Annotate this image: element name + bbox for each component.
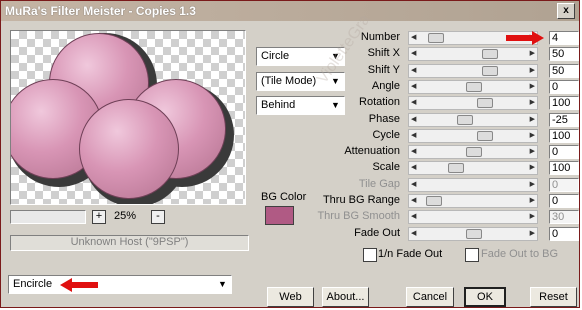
rotation-slider[interactable]: ◀ ▶ bbox=[408, 96, 538, 110]
close-button[interactable]: x bbox=[557, 3, 575, 19]
arrow-right-icon[interactable]: ▶ bbox=[530, 147, 535, 155]
arrow-right-icon[interactable]: ▶ bbox=[530, 163, 535, 171]
arrow-left-icon[interactable]: ◀ bbox=[411, 212, 416, 220]
shift-x-slider-thumb[interactable] bbox=[482, 49, 498, 59]
thru-bg-range-value-field[interactable]: 0 bbox=[549, 194, 579, 208]
arrow-left-icon[interactable]: ◀ bbox=[411, 163, 416, 171]
scale-slider-thumb[interactable] bbox=[448, 163, 464, 173]
cycle-slider-thumb[interactable] bbox=[477, 131, 493, 141]
fade-out-slider[interactable]: ◀ ▶ bbox=[408, 227, 538, 241]
arrow-left-icon[interactable]: ◀ bbox=[411, 115, 416, 123]
about-button[interactable]: About... bbox=[322, 287, 369, 307]
red-arrow-icon bbox=[506, 31, 544, 45]
arrow-left-icon[interactable]: ◀ bbox=[411, 98, 416, 106]
ok-button[interactable]: OK bbox=[464, 287, 506, 307]
arrow-right-icon[interactable]: ▶ bbox=[530, 49, 535, 57]
zoom-out-button[interactable]: - bbox=[151, 210, 165, 224]
arrow-right-icon[interactable]: ▶ bbox=[530, 212, 535, 220]
cycle-value-field[interactable]: 100 bbox=[549, 129, 579, 143]
phase-slider[interactable]: ◀ ▶ bbox=[408, 113, 538, 127]
red-arrow-icon bbox=[60, 278, 98, 292]
arrow-left-icon[interactable]: ◀ bbox=[411, 66, 416, 74]
chevron-down-icon: ▼ bbox=[215, 277, 230, 292]
tile-gap-value-field: 0 bbox=[549, 178, 579, 192]
arrow-left-icon[interactable]: ◀ bbox=[411, 229, 416, 237]
tile-gap-slider: ◀ ▶ bbox=[408, 178, 538, 192]
thru-bg-smooth-slider: ◀ ▶ bbox=[408, 210, 538, 224]
filter-dialog: MuRa's Filter Meister - Copies 1.3 x + 2… bbox=[0, 0, 580, 308]
one-n-fade-out-label: 1/n Fade Out bbox=[378, 248, 443, 260]
arrow-right-icon[interactable]: ▶ bbox=[530, 66, 535, 74]
attenuation-label: Attenuation bbox=[344, 145, 400, 157]
pink-circle-bottom bbox=[79, 99, 179, 199]
arrow-left-icon[interactable]: ◀ bbox=[411, 180, 416, 188]
host-info: Unknown Host ("9PSP") bbox=[10, 235, 249, 251]
number-label: Number bbox=[360, 31, 400, 43]
window-title: MuRa's Filter Meister - Copies 1.3 bbox=[5, 4, 196, 18]
shift-y-value-field[interactable]: 50 bbox=[549, 64, 579, 78]
arrow-right-icon[interactable]: ▶ bbox=[530, 98, 535, 106]
number-slider-thumb[interactable] bbox=[428, 33, 444, 43]
angle-label: Angle bbox=[371, 80, 400, 92]
scale-slider[interactable]: ◀ ▶ bbox=[408, 161, 538, 175]
rotation-value-field[interactable]: 100 bbox=[549, 96, 579, 110]
angle-slider-thumb[interactable] bbox=[466, 82, 482, 92]
shift-x-label: Shift X bbox=[367, 47, 400, 59]
shift-y-label: Shift Y bbox=[367, 64, 400, 76]
thru-bg-range-label: Thru BG Range bbox=[322, 194, 400, 206]
rotation-slider-thumb[interactable] bbox=[477, 98, 493, 108]
one-n-fade-out-checkbox[interactable] bbox=[363, 248, 377, 262]
fade-out-value-field[interactable]: 0 bbox=[549, 227, 579, 241]
attenuation-slider-thumb[interactable] bbox=[466, 147, 482, 157]
number-value-field[interactable]: 4 bbox=[549, 31, 579, 45]
thru-bg-range-slider[interactable]: ◀ ▶ bbox=[408, 194, 538, 208]
shift-x-value-field[interactable]: 50 bbox=[549, 47, 579, 61]
phase-slider-thumb[interactable] bbox=[457, 115, 473, 125]
fade-out-slider-thumb[interactable] bbox=[466, 229, 482, 239]
reset-button[interactable]: Reset bbox=[530, 287, 577, 307]
fade-out-to-bg-label: Fade Out to BG bbox=[481, 248, 559, 260]
arrow-left-icon[interactable]: ◀ bbox=[411, 147, 416, 155]
phase-value-field[interactable]: -25 bbox=[549, 113, 579, 127]
zoom-level: 25% bbox=[114, 210, 137, 222]
arrow-left-icon[interactable]: ◀ bbox=[411, 82, 416, 90]
arrow-right-icon[interactable]: ▶ bbox=[530, 82, 535, 90]
web-button[interactable]: Web bbox=[267, 287, 314, 307]
title-bar[interactable]: MuRa's Filter Meister - Copies 1.3 x bbox=[1, 1, 579, 21]
arrow-left-icon[interactable]: ◀ bbox=[411, 49, 416, 57]
preset-select-value: Encircle bbox=[13, 278, 53, 290]
scale-label: Scale bbox=[372, 161, 400, 173]
attenuation-slider[interactable]: ◀ ▶ bbox=[408, 145, 538, 159]
preview-pane[interactable] bbox=[10, 30, 246, 205]
scale-value-field[interactable]: 100 bbox=[549, 161, 579, 175]
zoom-in-button[interactable]: + bbox=[92, 210, 106, 224]
arrow-left-icon[interactable]: ◀ bbox=[411, 33, 416, 41]
arrow-right-icon[interactable]: ▶ bbox=[530, 180, 535, 188]
arrow-right-icon[interactable]: ▶ bbox=[530, 115, 535, 123]
phase-label: Phase bbox=[368, 113, 400, 125]
fade-out-label: Fade Out bbox=[354, 227, 400, 239]
tile-gap-label: Tile Gap bbox=[358, 178, 400, 190]
thru-bg-range-slider-thumb[interactable] bbox=[426, 196, 442, 206]
zoom-slider[interactable] bbox=[10, 210, 86, 224]
preset-select[interactable]: Encircle ▼ bbox=[8, 275, 232, 294]
cancel-button[interactable]: Cancel bbox=[406, 287, 454, 307]
arrow-right-icon[interactable]: ▶ bbox=[530, 131, 535, 139]
cycle-label: Cycle bbox=[372, 129, 400, 141]
attenuation-value-field[interactable]: 0 bbox=[549, 145, 579, 159]
cycle-slider[interactable]: ◀ ▶ bbox=[408, 129, 538, 143]
shift-y-slider[interactable]: ◀ ▶ bbox=[408, 64, 538, 78]
shift-x-slider[interactable]: ◀ ▶ bbox=[408, 47, 538, 61]
arrow-left-icon[interactable]: ◀ bbox=[411, 196, 416, 204]
fade-out-to-bg-checkbox[interactable] bbox=[465, 248, 479, 262]
thru-bg-smooth-value-field: 30 bbox=[549, 210, 579, 224]
rotation-label: Rotation bbox=[359, 96, 400, 108]
arrow-right-icon[interactable]: ▶ bbox=[530, 229, 535, 237]
arrow-left-icon[interactable]: ◀ bbox=[411, 131, 416, 139]
angle-slider[interactable]: ◀ ▶ bbox=[408, 80, 538, 94]
thru-bg-smooth-label: Thru BG Smooth bbox=[317, 210, 400, 222]
arrow-right-icon[interactable]: ▶ bbox=[530, 196, 535, 204]
angle-value-field[interactable]: 0 bbox=[549, 80, 579, 94]
shift-y-slider-thumb[interactable] bbox=[482, 66, 498, 76]
